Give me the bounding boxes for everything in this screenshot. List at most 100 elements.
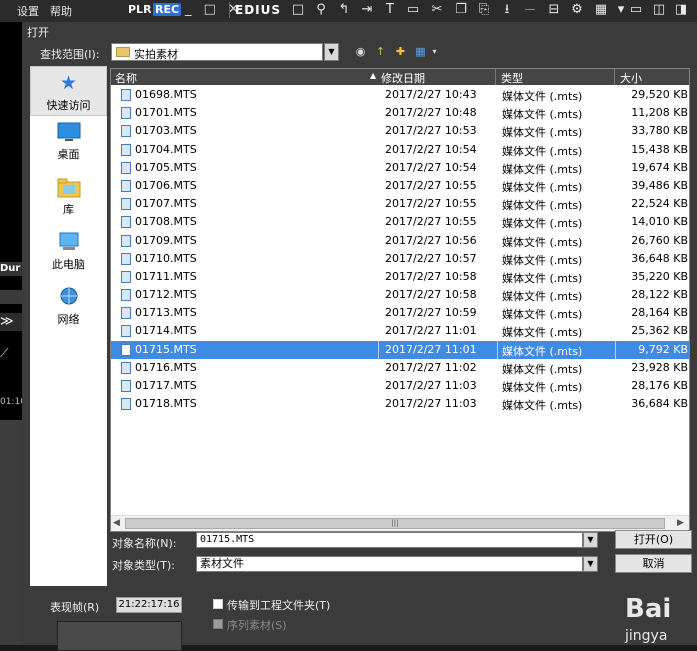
file-date: 2017/2/27 10:55 (385, 178, 477, 192)
computer-icon (57, 231, 81, 253)
file-type: 媒体文件 (.mts) (502, 290, 583, 304)
file-type: 媒体文件 (.mts) (502, 162, 583, 176)
add-to-timeline-icon[interactable]: ⭳ (498, 2, 516, 18)
menu-settings[interactable]: 设置 (17, 3, 39, 19)
place-network[interactable]: 网络 (30, 286, 107, 336)
file-row[interactable]: 01711.MTS 2017/2/27 10:58 媒体文件 (.mts) 35,22… (111, 268, 689, 286)
column-size[interactable]: 大小 (620, 70, 642, 86)
view-grid-icon[interactable]: ▦ (592, 2, 610, 18)
up-folder-icon[interactable]: ↰ (335, 2, 353, 18)
column-divider[interactable] (495, 69, 496, 85)
monitor-icon[interactable]: ▭ (404, 2, 422, 18)
look-in-select[interactable]: 实拍素材 (111, 43, 323, 61)
horizontal-scrollbar[interactable]: ◀ ||| ▶ (111, 515, 689, 531)
file-date: 2017/2/27 10:54 (385, 142, 477, 156)
filetype-dropdown-button[interactable]: ▼ (583, 556, 598, 572)
clip-icon[interactable]: ◫ (650, 2, 668, 18)
title-icon[interactable]: T (381, 2, 399, 18)
look-in-dropdown-button[interactable]: ▼ (324, 43, 339, 61)
desktop-icon (57, 121, 81, 143)
filename-dropdown-button[interactable]: ▼ (583, 532, 598, 548)
file-size: 26,760 KB (631, 233, 688, 247)
selection-divider (615, 340, 616, 359)
search-icon[interactable]: ⚲ (312, 2, 330, 18)
file-name: 01716.MTS (135, 360, 197, 374)
file-size: 25,362 KB (631, 324, 688, 338)
cut-icon[interactable]: ✂ (428, 2, 446, 18)
file-row[interactable]: 01708.MTS 2017/2/27 10:55 媒体文件 (.mts) 14,01… (111, 213, 689, 231)
file-row[interactable]: 01714.MTS 2017/2/27 11:01 媒体文件 (.mts) 25,36… (111, 322, 689, 340)
file-row[interactable]: 01717.MTS 2017/2/27 11:03 媒体文件 (.mts) 28,17… (111, 377, 689, 395)
file-name: 01701.MTS (135, 106, 197, 120)
trim-icon[interactable]: ⏤ (521, 2, 539, 18)
place-desktop[interactable]: 桌面 (30, 121, 107, 171)
cancel-button[interactable]: 取消 (615, 554, 692, 573)
place-label: 网络 (57, 313, 80, 326)
open-dialog: 打开 查找范围(I): 实拍素材 ▼ ◉ ↑ ✚ ▦ ▾ ★ 快速访问 桌面 库 (22, 22, 697, 651)
file-row[interactable]: 01703.MTS 2017/2/27 10:53 媒体文件 (.mts) 33,78… (111, 122, 689, 140)
open-button[interactable]: 打开(O) (615, 530, 692, 549)
back-icon[interactable]: ◉ (353, 45, 368, 59)
file-name: 01715.MTS (135, 342, 197, 356)
razor-icon[interactable]: ⟋ (0, 346, 22, 364)
scroll-left-icon[interactable]: ◀ (113, 518, 120, 528)
file-row[interactable]: 01718.MTS 2017/2/27 11:03 媒体文件 (.mts) 36,68… (111, 395, 689, 413)
view-menu-dropdown-icon[interactable]: ▾ (427, 45, 442, 59)
file-date: 2017/2/27 10:55 (385, 197, 477, 211)
column-divider[interactable] (614, 69, 615, 85)
place-quick-access[interactable]: ★ 快速访问 (30, 66, 107, 116)
file-row[interactable]: 01710.MTS 2017/2/27 10:57 媒体文件 (.mts) 36,64… (111, 250, 689, 268)
copy-to-project-checkbox[interactable] (213, 599, 223, 609)
file-row[interactable]: 01704.MTS 2017/2/27 10:54 媒体文件 (.mts) 15,43… (111, 141, 689, 159)
file-row[interactable]: 01706.MTS 2017/2/27 10:55 媒体文件 (.mts) 39,48… (111, 177, 689, 195)
media-file-icon (121, 234, 131, 247)
plr-label[interactable]: PLR (128, 3, 152, 16)
bin-icon[interactable]: ◨ (672, 2, 690, 18)
file-row[interactable]: 01701.MTS 2017/2/27 10:48 媒体文件 (.mts) 11,20… (111, 104, 689, 122)
rec-label[interactable]: REC (153, 3, 182, 16)
media-file-icon (121, 343, 131, 356)
fast-forward-icon[interactable]: ≫ (0, 313, 22, 331)
import-icon[interactable]: ⇥ (358, 2, 376, 18)
library-icon (57, 176, 81, 198)
file-list[interactable]: 名称 ▲ 修改日期 类型 大小 01698.MTS 2017/2/27 10:43… (110, 68, 690, 532)
filetype-select[interactable]: 素材文件 (196, 556, 583, 572)
file-type: 媒体文件 (.mts) (502, 217, 583, 231)
copy-icon[interactable]: ❐ (452, 2, 470, 18)
file-row[interactable]: 01705.MTS 2017/2/27 10:54 媒体文件 (.mts) 19,67… (111, 159, 689, 177)
file-row[interactable]: 01698.MTS 2017/2/27 10:43 媒体文件 (.mts) 29,52… (111, 86, 689, 104)
edius-menubar: 设置 帮助 PLR REC _ □ ✕ EDIUS □ ⚲ ↰ ⇥ T ▭ ✂ … (0, 0, 697, 23)
file-date: 2017/2/27 10:57 (385, 251, 477, 265)
up-one-level-icon[interactable]: ↑ (373, 45, 388, 59)
new-folder-icon[interactable]: □ (289, 2, 307, 18)
file-name: 01703.MTS (135, 124, 197, 138)
menu-help[interactable]: 帮助 (50, 3, 72, 19)
column-date[interactable]: 修改日期 (381, 70, 425, 86)
scrollbar-thumb[interactable]: ||| (125, 518, 665, 529)
file-row[interactable]: 01707.MTS 2017/2/27 10:55 媒体文件 (.mts) 22,52… (111, 195, 689, 213)
copy-to-project-label[interactable]: 传输到工程文件夹(T) (227, 597, 330, 613)
file-row[interactable]: 01709.MTS 2017/2/27 10:56 媒体文件 (.mts) 26,76… (111, 232, 689, 250)
place-library[interactable]: 库 (30, 176, 107, 226)
file-row[interactable]: 01716.MTS 2017/2/27 11:02 媒体文件 (.mts) 23,92… (111, 359, 689, 377)
panel-toggle-icon[interactable]: ▭ (627, 2, 645, 18)
file-date: 2017/2/27 11:02 (385, 360, 477, 374)
file-row[interactable]: 01713.MTS 2017/2/27 10:59 媒体文件 (.mts) 28,16… (111, 304, 689, 322)
column-type[interactable]: 类型 (501, 70, 523, 86)
file-row[interactable]: 01712.MTS 2017/2/27 10:58 媒体文件 (.mts) 28,12… (111, 286, 689, 304)
file-row[interactable]: 01715.MTS 2017/2/27 11:01 媒体文件 (.mts) 9,792… (111, 340, 689, 359)
delete-icon[interactable]: ⊟ (545, 2, 563, 18)
column-name[interactable]: 名称 (115, 70, 137, 86)
file-name: 01706.MTS (135, 178, 197, 192)
properties-icon[interactable]: ⚙ (568, 2, 586, 18)
media-file-icon (121, 143, 131, 156)
place-this-pc[interactable]: 此电脑 (30, 231, 107, 281)
file-size: 29,520 KB (631, 88, 688, 101)
scroll-right-icon[interactable]: ▶ (677, 518, 684, 528)
file-date: 2017/2/27 10:53 (385, 124, 477, 138)
view-menu-icon[interactable]: ▦ (413, 45, 428, 59)
filename-input[interactable]: 01715.MTS (196, 532, 583, 548)
new-folder-icon[interactable]: ✚ (393, 45, 408, 59)
paste-icon[interactable]: ⎘ (475, 2, 493, 18)
toolbar-separator (229, 2, 230, 18)
